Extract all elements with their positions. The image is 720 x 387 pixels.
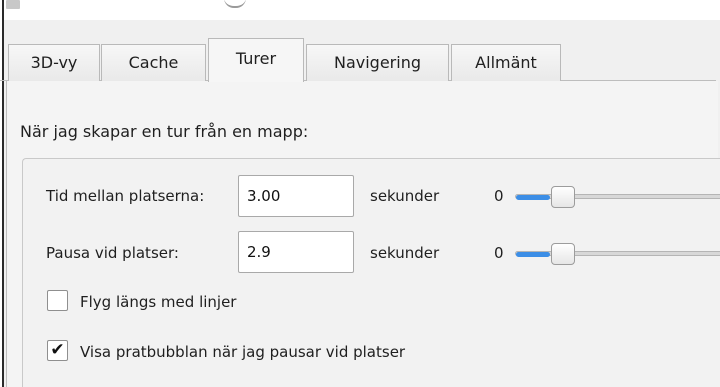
time-between-slider-handle[interactable] <box>551 186 575 208</box>
pause-at-label: Pausa vid platser: <box>46 244 179 262</box>
time-between-slider-fill <box>516 195 550 200</box>
time-between-input[interactable]: 3.00 <box>238 175 354 217</box>
time-between-label: Tid mellan platserna: <box>46 187 205 205</box>
tab-general[interactable]: Allmänt <box>451 44 561 81</box>
fly-along-lines-label: Flyg längs med linjer <box>80 293 237 311</box>
show-balloon-label: Visa pratbubblan när jag pausar vid plat… <box>80 343 406 361</box>
time-between-slider-min: 0 <box>494 187 504 205</box>
tab-cache[interactable]: Cache <box>101 44 206 81</box>
tab-tours[interactable]: Turer <box>208 38 304 82</box>
pause-at-slider-min: 0 <box>494 244 504 262</box>
app-icon <box>6 0 20 9</box>
show-balloon-checkbox[interactable]: ✔ <box>47 340 68 361</box>
fly-along-lines-checkbox[interactable] <box>47 290 68 311</box>
pause-at-slider-fill <box>516 252 550 257</box>
time-between-unit: sekunder <box>370 187 440 205</box>
pause-at-input[interactable]: 2.9 <box>238 231 354 273</box>
pause-at-unit: sekunder <box>370 244 440 262</box>
pause-at-slider-handle[interactable] <box>551 243 575 265</box>
tab-navigation[interactable]: Navigering <box>306 44 449 81</box>
tab-3d-view[interactable]: 3D-vy <box>8 44 100 81</box>
title-bar <box>4 0 720 20</box>
section-heading: När jag skapar en tur från en mapp: <box>20 122 309 141</box>
title-text-fragment <box>218 0 258 10</box>
